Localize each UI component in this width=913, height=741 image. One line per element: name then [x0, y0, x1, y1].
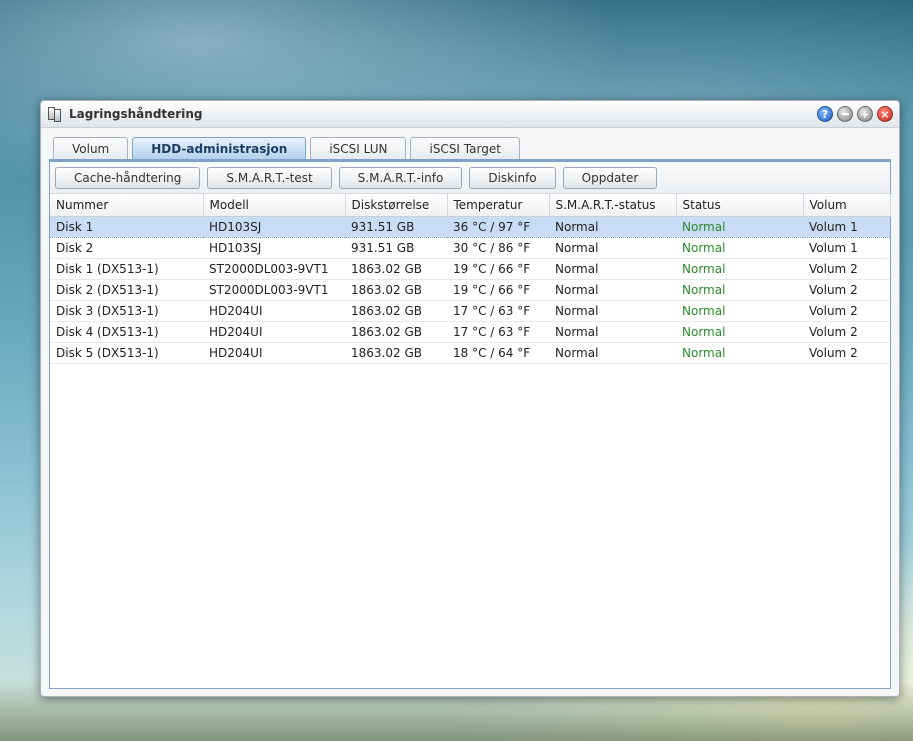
cell-diskstorrelse: 1863.02 GB [345, 300, 447, 322]
cell-modell: HD204UI [203, 300, 345, 322]
table-row[interactable]: Disk 3 (DX513-1) HD204UI 1863.02 GB 17 °… [50, 300, 890, 322]
tab-bar: Volum HDD-administrasjon iSCSI LUN iSCSI… [53, 137, 520, 159]
maximize-icon[interactable]: + [857, 106, 873, 122]
column-header-nummer[interactable]: Nummer [50, 194, 204, 217]
tab-iscsi-target[interactable]: iSCSI Target [410, 137, 520, 159]
disk-table: Nummer Modell Diskstørrelse Temperatur S… [50, 194, 891, 364]
cell-modell: HD103SJ [203, 215, 345, 238]
window-titlebar[interactable]: Lagringshåndtering ? + × [41, 101, 899, 128]
cell-temperatur: 18 °C / 64 °F [447, 342, 549, 364]
minimize-icon[interactable] [837, 106, 853, 122]
cell-modell: HD204UI [203, 342, 345, 364]
cell-diskstorrelse: 931.51 GB [345, 237, 447, 259]
storage-manager-window: Lagringshåndtering ? + × Volum HDD-admin… [40, 100, 900, 697]
cell-diskstorrelse: 1863.02 GB [345, 342, 447, 364]
column-header-status[interactable]: Status [676, 194, 804, 217]
cell-status: Normal [676, 258, 803, 280]
window-controls: ? + × [817, 106, 893, 122]
toolbar: Cache-håndtering S.M.A.R.T.-test S.M.A.R… [50, 162, 890, 194]
close-icon[interactable]: × [877, 106, 893, 122]
cell-nummer: Disk 2 [50, 237, 203, 259]
cell-smart-status: Normal [549, 321, 676, 343]
cell-volum: Volum 2 [803, 321, 890, 343]
cell-temperatur: 19 °C / 66 °F [447, 258, 549, 280]
cache-management-button[interactable]: Cache-håndtering [55, 166, 201, 189]
cell-temperatur: 17 °C / 63 °F [447, 300, 549, 322]
cell-smart-status: Normal [549, 279, 676, 301]
table-row[interactable]: Disk 2 (DX513-1) ST2000DL003-9VT1 1863.0… [50, 279, 890, 301]
diskinfo-button[interactable]: Diskinfo [469, 166, 556, 189]
tab-volum[interactable]: Volum [53, 137, 129, 159]
cell-volum: Volum 1 [803, 237, 890, 259]
cell-status: Normal [676, 279, 803, 301]
smart-info-button[interactable]: S.M.A.R.T.-info [338, 166, 463, 189]
cell-temperatur: 19 °C / 66 °F [447, 279, 549, 301]
cell-smart-status: Normal [549, 300, 676, 322]
cell-nummer: Disk 5 (DX513-1) [50, 342, 203, 364]
cell-volum: Volum 1 [803, 215, 890, 238]
table-row[interactable]: Disk 4 (DX513-1) HD204UI 1863.02 GB 17 °… [50, 321, 890, 343]
cell-modell: HD103SJ [203, 237, 345, 259]
hdd-panel: Cache-håndtering S.M.A.R.T.-test S.M.A.R… [49, 159, 891, 689]
window-title: Lagringshåndtering [69, 107, 203, 121]
cell-nummer: Disk 1 [50, 215, 203, 238]
cell-volum: Volum 2 [803, 300, 890, 322]
table-header-row: Nummer Modell Diskstørrelse Temperatur S… [50, 194, 891, 217]
tab-iscsi-lun[interactable]: iSCSI LUN [310, 137, 407, 159]
table-row[interactable]: Disk 1 HD103SJ 931.51 GB 36 °C / 97 °F N… [50, 215, 890, 238]
tab-hdd-administrasjon[interactable]: HDD-administrasjon [132, 137, 307, 159]
cell-modell: HD204UI [203, 321, 345, 343]
cell-nummer: Disk 2 (DX513-1) [50, 279, 203, 301]
table-row[interactable]: Disk 2 HD103SJ 931.51 GB 30 °C / 86 °F N… [50, 237, 890, 259]
cell-volum: Volum 2 [803, 279, 890, 301]
column-header-diskstorrelse[interactable]: Diskstørrelse [345, 194, 448, 217]
cell-diskstorrelse: 1863.02 GB [345, 258, 447, 280]
cell-nummer: Disk 1 (DX513-1) [50, 258, 203, 280]
cell-smart-status: Normal [549, 215, 676, 238]
cell-smart-status: Normal [549, 258, 676, 280]
column-header-modell[interactable]: Modell [203, 194, 346, 217]
cell-diskstorrelse: 1863.02 GB [345, 321, 447, 343]
cell-status: Normal [676, 300, 803, 322]
table-row[interactable]: Disk 5 (DX513-1) HD204UI 1863.02 GB 18 °… [50, 342, 890, 364]
cell-volum: Volum 2 [803, 258, 890, 280]
cell-volum: Volum 2 [803, 342, 890, 364]
cell-diskstorrelse: 1863.02 GB [345, 279, 447, 301]
table-row[interactable]: Disk 1 (DX513-1) ST2000DL003-9VT1 1863.0… [50, 258, 890, 280]
cell-status: Normal [676, 215, 803, 238]
cell-temperatur: 30 °C / 86 °F [447, 237, 549, 259]
cell-temperatur: 17 °C / 63 °F [447, 321, 549, 343]
cell-status: Normal [676, 321, 803, 343]
cell-smart-status: Normal [549, 237, 676, 259]
cell-status: Normal [676, 342, 803, 364]
cell-temperatur: 36 °C / 97 °F [447, 215, 549, 238]
storage-app-icon [47, 106, 63, 122]
cell-smart-status: Normal [549, 342, 676, 364]
column-header-volum[interactable]: Volum [803, 194, 891, 217]
cell-nummer: Disk 3 (DX513-1) [50, 300, 203, 322]
cell-diskstorrelse: 931.51 GB [345, 215, 447, 238]
cell-modell: ST2000DL003-9VT1 [203, 279, 345, 301]
cell-status: Normal [676, 237, 803, 259]
column-header-smart-status[interactable]: S.M.A.R.T.-status [549, 194, 677, 217]
refresh-button[interactable]: Oppdater [562, 166, 658, 189]
help-icon[interactable]: ? [817, 106, 833, 122]
cell-nummer: Disk 4 (DX513-1) [50, 321, 203, 343]
smart-test-button[interactable]: S.M.A.R.T.-test [207, 166, 332, 189]
column-header-temperatur[interactable]: Temperatur [447, 194, 550, 217]
cell-modell: ST2000DL003-9VT1 [203, 258, 345, 280]
